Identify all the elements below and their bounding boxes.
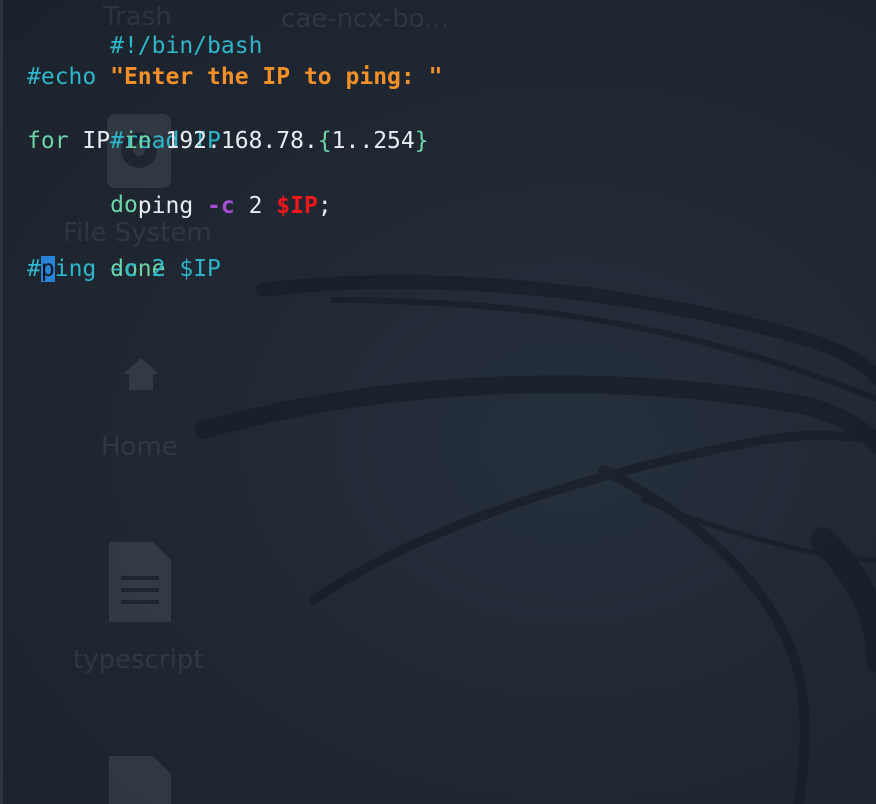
code-line-shebang: #!/bin/bash (27, 0, 262, 59)
keyword-for: for (27, 128, 69, 154)
desktop-label-home: Home (101, 432, 178, 462)
code-line-read: #read IP (27, 93, 221, 154)
code-line-ping: ping -c 2 $IP; (27, 190, 332, 222)
code-line-done: done (27, 221, 165, 282)
desktop-folder-label: cae-ncx-bo... (281, 4, 449, 34)
string-literal: "Enter the IP to ping: " (110, 64, 443, 90)
option-flag: -c (207, 193, 235, 219)
count-argument: 2 (234, 193, 277, 219)
code-line-echo: #echo "Enter the IP to ping: " (27, 61, 442, 93)
code-line-for: for IP in 192.168.78.{1..254} (27, 125, 429, 157)
brace-open: { (317, 128, 332, 154)
document-icon (109, 542, 171, 622)
ip-variable: $IP (276, 193, 318, 219)
ip-prefix: 192.168.78. (151, 128, 318, 154)
text-cursor[interactable]: p (40, 256, 55, 282)
terminal-window: Trash cae-ncx-bo... File System Home typ… (0, 0, 876, 804)
code-line-commented-ping: #ping -c 2 $IP (27, 253, 221, 285)
loop-variable: IP (68, 128, 124, 154)
keyword-in: in (123, 128, 152, 154)
ping-command: ping (27, 193, 208, 219)
shebang-comment: #!/bin/bash (110, 33, 263, 59)
document-icon (109, 756, 171, 804)
comment-hash: # (27, 256, 41, 282)
home-icon (123, 358, 159, 390)
desktop-label-typescript: typescript (73, 645, 204, 675)
semicolon: ; (317, 193, 332, 219)
comment-text: ing -c 2 $IP (54, 256, 221, 282)
range-expression: 1..254 (331, 128, 415, 154)
code-line-do: do (27, 157, 138, 218)
comment-text: #echo (27, 64, 111, 90)
brace-close: } (414, 128, 429, 154)
